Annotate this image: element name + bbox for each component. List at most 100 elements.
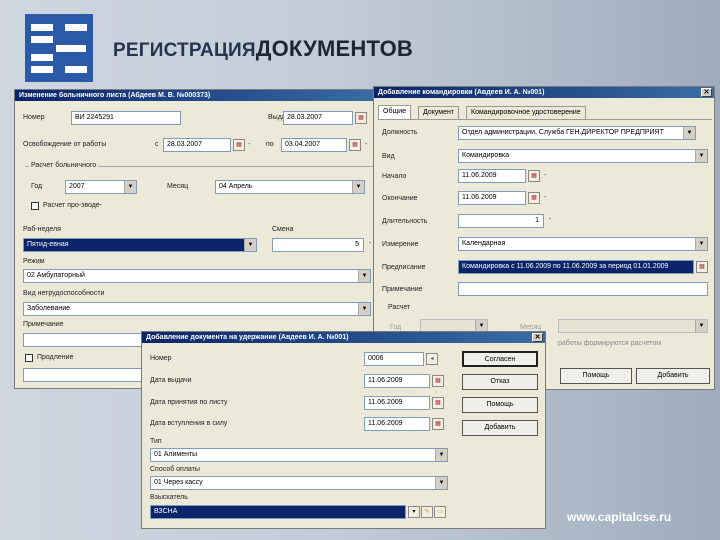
close-icon[interactable]: ✕ — [532, 333, 543, 342]
recipient-select[interactable]: ВЗСНА — [150, 505, 406, 519]
ok-button[interactable]: Согласен — [462, 351, 538, 367]
help-button[interactable]: Помощь — [560, 368, 632, 384]
release-to-input[interactable]: 03.04.2007 — [281, 138, 347, 152]
footer-url: www.capitalcse.ru — [567, 510, 672, 524]
type-select[interactable]: 01 Алименты ▼ — [150, 448, 448, 462]
issue-date-label: Дата выдачи — [150, 377, 192, 384]
payment-select[interactable]: 01 Через кассу ▼ — [150, 476, 448, 490]
year-label: Год — [390, 324, 402, 331]
calendar-icon[interactable]: ▦ — [349, 139, 361, 151]
position-select[interactable]: Отдел администрации, Служба ГЕН.ДИРЕКТОР… — [458, 126, 696, 140]
chevron-down-icon[interactable]: ▼ — [435, 449, 447, 461]
chevron-down-icon[interactable]: ▼ — [358, 270, 370, 282]
from-label: с — [155, 141, 159, 148]
tab-travel-certificate[interactable]: Командировочное удостоверение — [466, 106, 586, 119]
dash-separator: - — [365, 141, 368, 148]
chevron-down-icon[interactable]: ▼ — [435, 477, 447, 489]
chevron-down-icon[interactable]: ▼ — [695, 320, 707, 332]
mode-label: Режим — [23, 258, 45, 265]
calendar-icon[interactable]: ▦ — [233, 139, 245, 151]
help-button[interactable]: Помощь — [462, 397, 538, 413]
number-input[interactable]: 0006 — [364, 352, 424, 366]
position-label: Должность — [382, 129, 418, 136]
issue-date-input[interactable]: 11.06.2009 — [364, 374, 430, 388]
end-date-input[interactable]: 11.06.2009 — [458, 191, 526, 205]
duration-label: Длительность — [382, 218, 428, 225]
accept-date-label: Дата принятия по листу — [150, 399, 228, 406]
close-icon[interactable]: ✕ — [701, 88, 712, 97]
cancel-button[interactable]: Отказ — [462, 374, 538, 390]
number-input[interactable]: ВИ 2245291 — [71, 111, 181, 125]
month-select[interactable]: ▼ — [558, 319, 708, 333]
tab-document[interactable]: Документ — [418, 106, 460, 119]
folder-icon[interactable]: ▭ — [434, 506, 446, 518]
note-input[interactable] — [458, 282, 708, 296]
disability-select[interactable]: Заболевание ▼ — [23, 302, 371, 316]
number-label: Номер — [150, 355, 172, 362]
note-label: Примечание — [382, 286, 423, 293]
shift-label: Смена — [272, 226, 294, 233]
duration-input[interactable]: 1 — [458, 214, 544, 228]
calendar-icon[interactable]: ▦ — [528, 192, 540, 204]
note-input[interactable] — [23, 333, 143, 347]
calc-checkbox[interactable] — [31, 202, 39, 210]
disability-value: Заболевание — [27, 305, 71, 312]
chevron-down-icon[interactable]: ▼ — [244, 239, 256, 251]
add-button[interactable]: Добавить — [462, 420, 538, 436]
calendar-icon[interactable]: ▦ — [696, 261, 708, 273]
month-label: Месяц — [167, 183, 189, 190]
calc-hint: работы формируются расчетом — [558, 340, 662, 347]
release-from-input[interactable]: 28.03.2007 — [163, 138, 231, 152]
shift-input[interactable]: 5 — [272, 238, 364, 252]
lookup-icon[interactable]: ◂ — [426, 353, 438, 365]
end-label: Окончание — [382, 195, 418, 202]
workweek-select[interactable]: Пятид-евная ▼ — [23, 238, 257, 252]
unit-select[interactable]: Календарная ▼ — [458, 237, 708, 251]
chevron-down-icon[interactable]: ▾ — [408, 506, 420, 518]
month-value: 04 Апрель — [219, 183, 253, 190]
edit-icon[interactable]: ✎ — [421, 506, 433, 518]
calendar-icon[interactable]: ▦ — [355, 112, 367, 124]
chevron-down-icon[interactable]: ▼ — [695, 238, 707, 250]
dash-separator: - — [549, 216, 552, 223]
chevron-down-icon[interactable]: ▼ — [358, 303, 370, 315]
workweek-value: Пятид-евная — [27, 241, 69, 248]
withholding-document-window: Добавление документа на удержание (Авдее… — [141, 331, 546, 529]
calendar-icon[interactable]: ▦ — [432, 418, 444, 430]
extension-input[interactable] — [23, 368, 143, 382]
order-select[interactable]: Командировка с 11.06.2009 по 11.06.2009 … — [458, 260, 694, 274]
add-button[interactable]: Добавить — [636, 368, 710, 384]
number-label: Номер — [23, 114, 45, 121]
release-label: Освобождение от работы — [23, 141, 107, 148]
sick-leave-titlebar: Изменение больничного листа (Абдеев М. В… — [15, 90, 385, 101]
chevron-down-icon[interactable]: ▼ — [124, 181, 136, 193]
type-value: Командировка — [462, 152, 510, 159]
chevron-down-icon[interactable]: ▼ — [352, 181, 364, 193]
disability-label: Вид нетрудоспособности — [23, 290, 105, 297]
chevron-down-icon[interactable]: ▼ — [683, 127, 695, 139]
to-label: по — [266, 141, 274, 148]
start-date-input[interactable]: 11.06.2009 — [458, 169, 526, 183]
chevron-down-icon[interactable]: ▼ — [695, 150, 707, 162]
accept-date-input[interactable]: 11.06.2009 — [364, 396, 430, 410]
workweek-label: Раб-неделя — [23, 226, 61, 233]
extension-checkbox[interactable] — [25, 354, 33, 362]
business-trip-title: Добавление командировки (Авдеев И. А. №0… — [378, 89, 545, 96]
calendar-icon[interactable]: ▦ — [528, 170, 540, 182]
withholding-titlebar: Добавление документа на удержание (Авдее… — [142, 332, 545, 343]
dash-separator: - — [248, 141, 251, 148]
month-select[interactable]: 04 Апрель ▼ — [215, 180, 365, 194]
calendar-icon[interactable]: ▦ — [432, 375, 444, 387]
dash-separator: - — [544, 194, 547, 201]
company-logo — [25, 14, 93, 82]
effective-date-input[interactable]: 11.06.2009 — [364, 417, 430, 431]
type-select[interactable]: Командировка ▼ — [458, 149, 708, 163]
year-select[interactable]: 2007 ▼ — [65, 180, 137, 194]
mode-select[interactable]: 02 Амбулаторный ▼ — [23, 269, 371, 283]
slide-title-part2: ДОКУМЕНТОВ — [255, 36, 413, 61]
start-label: Начало — [382, 173, 407, 180]
issued-date-input[interactable]: 28.03.2007 — [283, 111, 353, 125]
calendar-icon[interactable]: ▦ — [432, 397, 444, 409]
month-label: Месяц — [520, 324, 542, 331]
tab-general[interactable]: Общие — [378, 105, 412, 119]
